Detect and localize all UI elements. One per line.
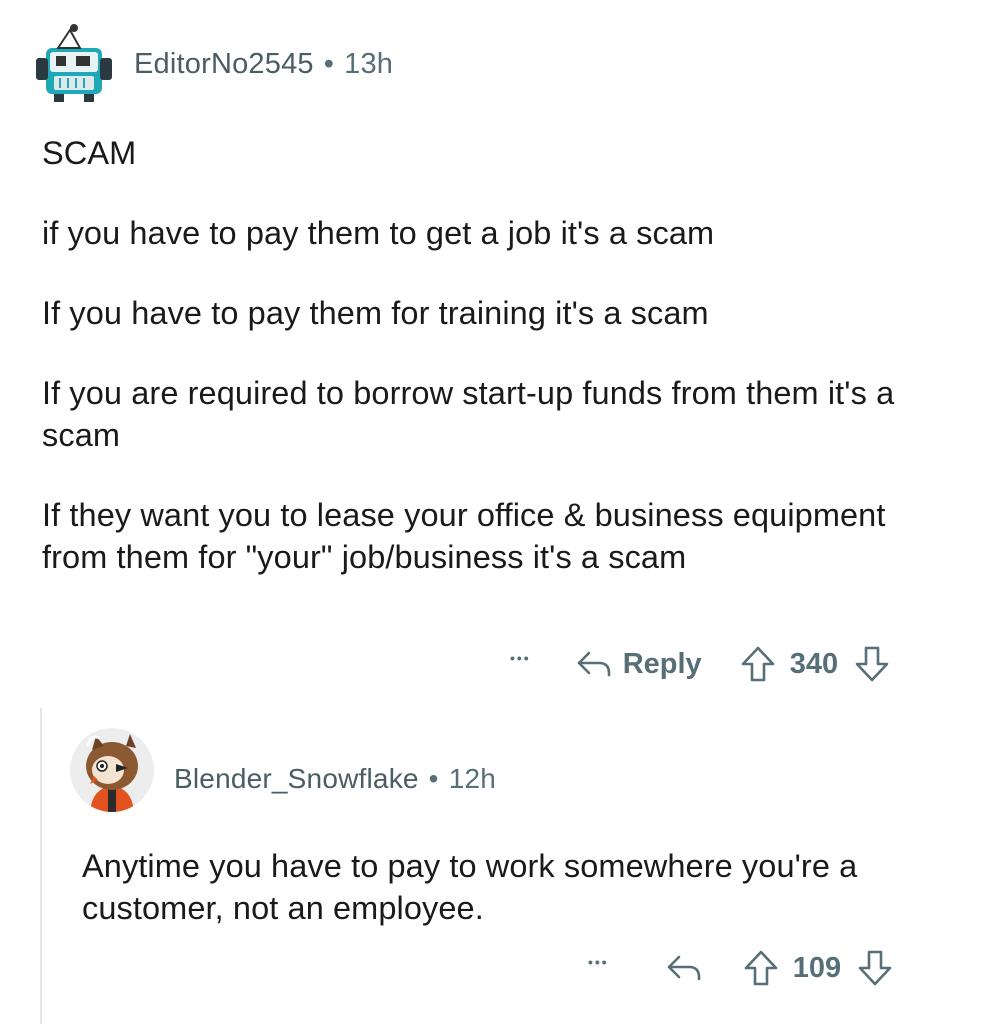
meta-separator: • [428,763,439,794]
comment-body: Anytime you have to pay to work somewher… [82,845,882,929]
vote-score: 340 [789,647,839,680]
comment-paragraph: SCAM [42,135,137,171]
comment-age: 12h [448,763,497,794]
comment-meta: EditorNo2545 • 13h [134,48,393,81]
upvote-button[interactable] [740,645,776,683]
meta-separator: • [323,48,335,80]
comment-paragraph: If they want you to lease your office & … [42,497,886,575]
comment-body: SCAM if you have to pay them to get a jo… [42,132,942,578]
comment-actions: ••• 109 [588,946,893,990]
upvote-button[interactable] [743,949,779,987]
comment-paragraph: If you have to pay them for training it'… [42,295,709,331]
downvote-button[interactable] [857,949,893,987]
more-options-button[interactable]: ••• [510,651,531,665]
downvote-button[interactable] [854,645,890,683]
reply-arrow-icon [577,651,611,677]
user-avatar[interactable] [28,18,120,110]
reply-button[interactable] [665,953,703,983]
reply-arrow-icon [667,955,701,981]
comment-paragraph: if you have to pay them to get a job it'… [42,215,715,251]
comment-actions: ••• Reply 340 [510,642,890,686]
reply-label: Reply [622,647,702,680]
thread-line[interactable] [40,708,42,1024]
vote-score: 109 [792,951,842,984]
upvote-arrow-icon [741,646,775,682]
username-link[interactable]: Blender_Snowflake [174,763,419,794]
user-avatar[interactable] [70,728,154,812]
upvote-arrow-icon [744,950,778,986]
snoo-owl-avatar-icon [70,728,154,812]
comment-age: 13h [344,48,394,80]
comment-paragraph: If you are required to borrow start-up f… [42,375,895,453]
comment-paragraph: Anytime you have to pay to work somewher… [82,848,858,926]
downvote-arrow-icon [855,646,889,682]
reply-button[interactable]: Reply [575,648,702,681]
comment-meta: Blender_Snowflake • 12h [174,763,496,795]
snoo-robot-avatar-icon [28,18,120,110]
username-link[interactable]: EditorNo2545 [134,48,314,80]
downvote-arrow-icon [858,950,892,986]
more-options-button[interactable]: ••• [588,955,609,969]
